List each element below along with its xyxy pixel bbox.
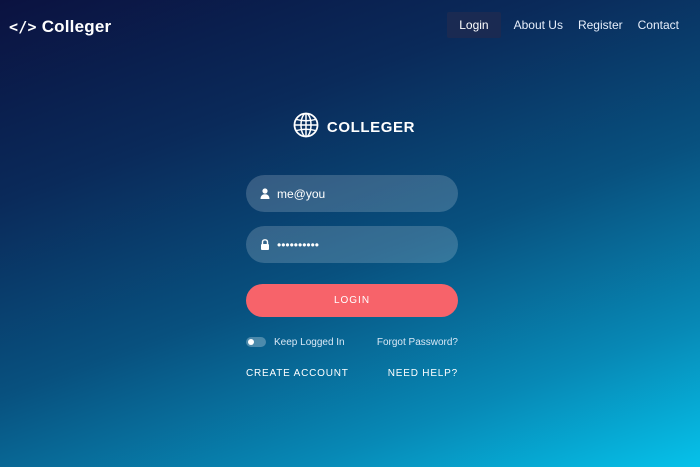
login-button[interactable]: LOGIN: [246, 284, 458, 317]
nav-menu: Login About Us Register Contact: [446, 12, 686, 38]
top-navbar: </> Colleger Login About Us Register Con…: [0, 0, 700, 50]
brand[interactable]: </> Colleger: [9, 17, 111, 37]
nav-about-us[interactable]: About Us: [507, 12, 570, 38]
keep-logged-in-toggle[interactable]: [246, 337, 266, 347]
brand-name: Colleger: [41, 17, 112, 36]
lock-icon: [258, 239, 272, 250]
form-logo-text: COLLEGER: [326, 118, 416, 136]
create-account-link[interactable]: CREATE ACCOUNT: [246, 368, 349, 379]
password-value[interactable]: ••••••••••: [277, 238, 319, 252]
nav-contact[interactable]: Contact: [631, 12, 686, 38]
login-panel: COLLEGER me@you •••••••••• LOGIN Keep Lo…: [246, 110, 458, 379]
toggle-knob: [248, 339, 254, 345]
user-icon: [258, 188, 272, 199]
username-field[interactable]: me@you: [246, 175, 458, 212]
need-help-link[interactable]: NEED HELP?: [388, 368, 458, 379]
nav-login[interactable]: Login: [447, 12, 501, 38]
nav-register[interactable]: Register: [571, 12, 630, 38]
globe-icon: [293, 112, 319, 143]
links-row: CREATE ACCOUNT NEED HELP?: [246, 367, 458, 381]
keep-logged-in-label: Keep Logged In: [274, 337, 345, 348]
code-icon: </>: [9, 18, 37, 36]
forgot-password-link[interactable]: Forgot Password?: [377, 337, 458, 348]
password-field[interactable]: ••••••••••: [246, 226, 458, 263]
form-logo: COLLEGER: [250, 110, 458, 144]
username-value[interactable]: me@you: [277, 187, 325, 201]
options-row: Keep Logged In Forgot Password?: [246, 336, 458, 350]
